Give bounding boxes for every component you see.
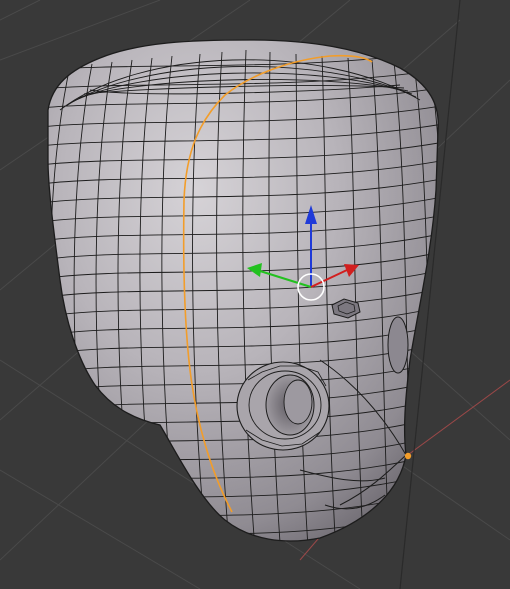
- selected-vertex[interactable]: [404, 452, 412, 460]
- eye-socket[interactable]: [236, 361, 330, 451]
- head-mesh[interactable]: [40, 39, 451, 560]
- grid-line: [0, 469, 201, 589]
- 3d-viewport[interactable]: [0, 0, 510, 589]
- ear-socket[interactable]: [387, 316, 409, 374]
- grid-line: [0, 0, 41, 21]
- viewport-canvas[interactable]: [0, 0, 510, 589]
